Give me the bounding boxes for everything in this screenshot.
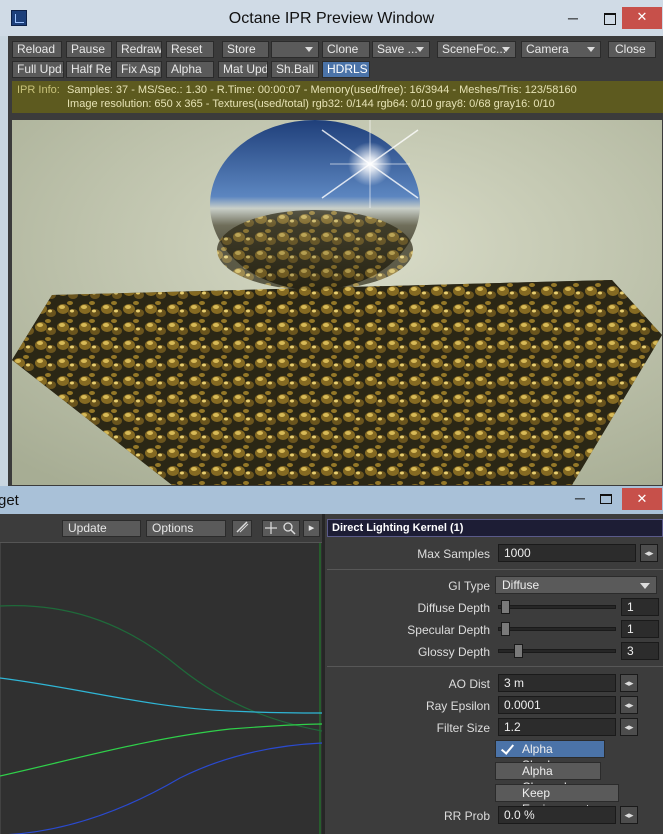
graph-toolbar: Update Options ▸ [0, 514, 322, 542]
checkbox-icon [500, 764, 514, 778]
filter-size-label: Filter Size [436, 721, 490, 735]
render-scene [12, 120, 662, 485]
curve-graph[interactable] [0, 542, 323, 834]
separator [327, 569, 663, 570]
minimize-button[interactable]: ─ [560, 8, 586, 28]
reset-button[interactable]: Reset [166, 41, 214, 58]
specular-depth-input[interactable]: 1 [621, 620, 659, 638]
slider-knob[interactable] [514, 644, 523, 658]
ray-epsilon-stepper[interactable]: ◂▸ [620, 696, 638, 714]
info-resolution-line: Image resolution: 650 x 365 - Textures(u… [67, 98, 555, 110]
max-samples-label: Max Samples [417, 547, 490, 561]
filter-size-input[interactable]: 1.2 [498, 718, 616, 736]
fix-aspect-button[interactable]: Fix Asp. [116, 61, 162, 78]
gi-type-dropdown[interactable]: Diffuse [495, 576, 657, 594]
separator [327, 666, 663, 667]
ray-epsilon-input[interactable]: 0.0001 [498, 696, 616, 714]
pause-button[interactable]: Pause [66, 41, 112, 58]
properties-panel: Direct Lighting Kernel (1) Max Samples 1… [325, 514, 663, 834]
rr-prob-stepper[interactable]: ◂▸ [620, 806, 638, 824]
specular-depth-label: Specular Depth [407, 623, 490, 637]
gi-type-label: GI Type [448, 579, 490, 593]
ao-dist-label: AO Dist [448, 677, 490, 691]
ipr-titlebar[interactable]: Octane IPR Preview Window ─ ✕ [0, 0, 663, 36]
app: Octane IPR Preview Window ─ ✕ Reload Pau… [0, 0, 663, 834]
bottom-maximize-button[interactable] [600, 494, 612, 504]
close-preview-button[interactable]: Close [608, 41, 656, 58]
render-preview-image[interactable] [12, 120, 662, 485]
pen-tool-icon[interactable] [232, 520, 252, 537]
update-button[interactable]: Update [62, 520, 141, 537]
glossy-depth-slider[interactable] [498, 644, 616, 658]
redraw-button[interactable]: Redraw [116, 41, 162, 58]
bottom-window-title: get [0, 492, 19, 509]
curve-graph-canvas [0, 543, 323, 834]
hdrls-button[interactable]: HDRLS [322, 61, 370, 78]
info-label: IPR Info: [17, 84, 60, 96]
filter-size-stepper[interactable]: ◂▸ [620, 718, 638, 736]
store-button[interactable]: Store [222, 41, 269, 58]
save-dropdown[interactable]: Save ... [372, 41, 430, 58]
bottom-titlebar[interactable]: get ─ ✕ [0, 486, 663, 514]
play-icon[interactable]: ▸ [303, 520, 320, 537]
info-stats-line: Samples: 37 - MS/Sec.: 1.30 - R.Time: 00… [67, 84, 577, 96]
checkbox-icon [500, 786, 514, 800]
diffuse-depth-label: Diffuse Depth [417, 601, 491, 615]
bottom-window: get ─ ✕ Update Options ▸ Direct Lighting… [0, 486, 663, 834]
mat-update-button[interactable]: Mat Upd [218, 61, 268, 78]
ray-epsilon-label: Ray Epsilon [425, 699, 490, 713]
reload-button[interactable]: Reload [12, 41, 62, 58]
diffuse-depth-input[interactable]: 1 [621, 598, 659, 616]
shader-ball-button[interactable]: Sh.Ball [271, 61, 319, 78]
diffuse-depth-slider[interactable] [498, 600, 616, 614]
scene-focus-dropdown[interactable]: SceneFoc... [437, 41, 516, 58]
check-icon [500, 742, 514, 756]
keep-environment-checkbox[interactable]: Keep Environment [495, 784, 619, 816]
options-button[interactable]: Options [146, 520, 226, 537]
glossy-depth-input[interactable]: 3 [621, 642, 659, 660]
alpha-shadows-checkbox[interactable]: Alpha Shadows [495, 740, 605, 772]
ipr-preview-window: Octane IPR Preview Window ─ ✕ Reload Pau… [0, 0, 663, 486]
pan-zoom-icons[interactable] [262, 520, 300, 537]
ipr-info-bar: IPR Info: Samples: 37 - MS/Sec.: 1.30 - … [12, 81, 663, 113]
ao-dist-input[interactable]: 3 m [498, 674, 616, 692]
maximize-button[interactable] [596, 8, 622, 28]
panel-title: Direct Lighting Kernel (1) [327, 519, 663, 537]
clone-button[interactable]: Clone [322, 41, 370, 58]
slider-knob[interactable] [501, 600, 510, 614]
ao-dist-stepper[interactable]: ◂▸ [620, 674, 638, 692]
full-update-button[interactable]: Full Upd. [12, 61, 64, 78]
ipr-body: Reload Pause Redraw Reset Store Clone Sa… [8, 36, 663, 486]
alpha-button[interactable]: Alpha [166, 61, 214, 78]
store-slot-dropdown[interactable] [271, 41, 319, 58]
max-samples-input[interactable]: 1000 [498, 544, 636, 562]
glossy-depth-label: Glossy Depth [417, 645, 490, 659]
bottom-close-button[interactable]: ✕ [622, 488, 662, 510]
rr-prob-input[interactable]: 0.0 % [498, 806, 616, 824]
camera-dropdown[interactable]: Camera [521, 41, 601, 58]
close-button[interactable]: ✕ [622, 7, 662, 29]
half-res-button[interactable]: Half Res [66, 61, 112, 78]
bottom-minimize-button[interactable]: ─ [570, 490, 590, 506]
rr-prob-label: RR Prob [443, 809, 490, 823]
max-samples-stepper[interactable]: ◂▸ [640, 544, 658, 562]
alpha-channel-checkbox[interactable]: Alpha Channel [495, 762, 601, 794]
specular-depth-slider[interactable] [498, 622, 616, 636]
slider-knob[interactable] [501, 622, 510, 636]
